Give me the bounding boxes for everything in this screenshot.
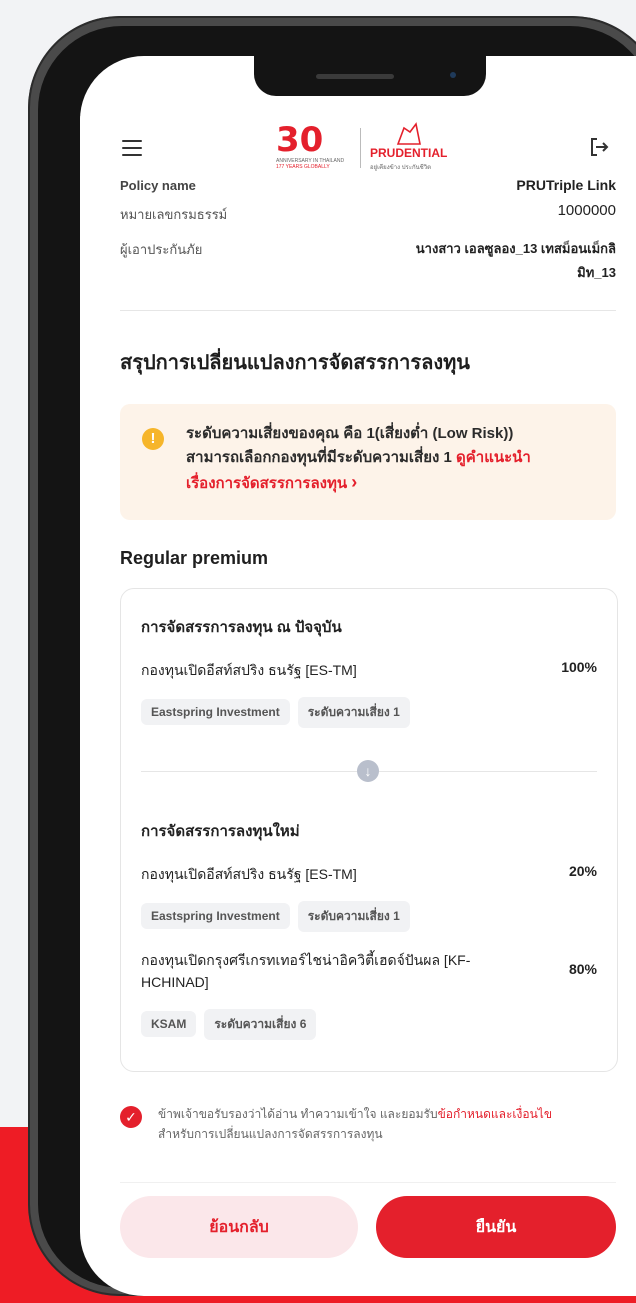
insured-value-line2: มิท_13 <box>577 265 616 280</box>
insured-value-line1: นางสาว เอลซูลอง_13 เทสม็อนเม็กลิ <box>415 241 616 256</box>
chevron-right-icon[interactable]: › <box>351 472 357 492</box>
brand-name: PRUDENTIAL <box>370 146 448 160</box>
anniversary-number: 30 <box>276 120 324 160</box>
consent-text-part2: สำหรับการเปลี่ยนแปลงการจัดสรรการลงทุน <box>158 1127 383 1141</box>
back-button[interactable]: ย้อนกลับ <box>120 1196 358 1258</box>
new-fund-1-tags: Eastspring Investment ระดับความเสี่ยง 1 <box>141 901 418 932</box>
fund-manager-tag: KSAM <box>141 1011 197 1037</box>
section-divider <box>120 310 616 311</box>
consent-text-part1: ข้าพเจ้าขอรับรองว่าได้อ่าน ทำความเข้าใจ … <box>158 1107 438 1121</box>
logout-icon[interactable] <box>588 136 610 158</box>
front-camera <box>450 72 456 78</box>
new-fund-2-percent: 80% <box>568 961 597 977</box>
policy-name-value: PRUTriple Link <box>516 177 616 193</box>
fund-manager-tag: Eastspring Investment <box>141 699 290 725</box>
allocation-card: การจัดสรรการลงทุน ณ ปัจจุบัน กองทุนเปิดอ… <box>120 588 618 1072</box>
arrow-down-icon: ↓ <box>357 760 379 782</box>
app-screen: 30 ANNIVERSARY IN THAILAND 177 YEARS GLO… <box>80 56 636 1296</box>
risk-level-tag: ระดับความเสี่ยง 1 <box>297 901 410 932</box>
menu-icon[interactable] <box>122 140 142 156</box>
anniversary-logo: 30 ANNIVERSARY IN THAILAND 177 YEARS GLO… <box>276 122 352 174</box>
new-allocation-title: การจัดสรรการลงทุนใหม่ <box>141 823 300 840</box>
app-header: 30 ANNIVERSARY IN THAILAND 177 YEARS GLO… <box>80 116 636 182</box>
footer-divider <box>120 1182 616 1183</box>
regular-premium-title: Regular premium <box>120 548 269 568</box>
logo-divider <box>360 128 361 168</box>
current-fund-name: กองทุนเปิดอีสท์สปริง ธนรัฐ [ES-TM] <box>141 662 357 678</box>
fund-manager-tag: Eastspring Investment <box>141 903 290 929</box>
speaker-grille <box>316 74 394 79</box>
warning-icon: ! <box>142 428 164 450</box>
risk-text-line1: ระดับความเสี่ยงของคุณ คือ 1(เสี่ยงต่ำ (L… <box>186 425 514 442</box>
new-fund-2-name: กองทุนเปิดกรุงศรีเกรทเทอร์ไชน่าอิควิตี้เ… <box>141 949 541 993</box>
summary-title: สรุปการเปลี่ยนแปลงการจัดสรรการลงทุน <box>120 352 470 374</box>
risk-guide-link-part2[interactable]: เรื่องการจัดสรรการลงทุน <box>186 475 347 492</box>
confirm-button[interactable]: ยืนยัน <box>376 1196 616 1258</box>
risk-level-tag: ระดับความเสี่ยง 6 <box>204 1009 317 1040</box>
policy-number-value: 1000000 <box>557 202 616 219</box>
current-fund-tags: Eastspring Investment ระดับความเสี่ยง 1 <box>141 697 418 728</box>
policy-name-label: Policy name <box>120 178 196 193</box>
risk-guide-link-part1[interactable]: ดูคำแนะนำ <box>456 449 531 466</box>
new-fund-2-tags: KSAM ระดับความเสี่ยง 6 <box>141 1009 324 1040</box>
phone-frame: 30 ANNIVERSARY IN THAILAND 177 YEARS GLO… <box>28 16 636 1296</box>
policy-number-label: หมายเลขกรมธรรม์ <box>120 207 228 222</box>
current-fund-percent: 100% <box>561 659 597 675</box>
new-fund-1-percent: 20% <box>568 863 597 879</box>
risk-text-line2: สามารถเลือกกองทุนที่มีระดับความเสี่ยง 1 <box>186 449 452 466</box>
rock-emblem-icon <box>396 122 421 145</box>
insured-label: ผู้เอาประกันภัย <box>120 242 203 257</box>
phone-notch <box>254 50 486 96</box>
page-stage: 30 ANNIVERSARY IN THAILAND 177 YEARS GLO… <box>0 0 636 1303</box>
brand-tagline: อยู่เคียงข้าง ประกันชีวิต <box>370 165 432 171</box>
risk-notice-text: ระดับความเสี่ยงของคุณ คือ 1(เสี่ยงต่ำ (L… <box>186 422 606 496</box>
new-fund-2-name-line2: HCHINAD] <box>141 974 209 990</box>
current-allocation-title: การจัดสรรการลงทุน ณ ปัจจุบัน <box>141 619 342 636</box>
prudential-logo: PRUDENTIAL อยู่เคียงข้าง ประกันชีวิต <box>368 122 458 174</box>
consent-checkbox[interactable]: ✓ <box>120 1106 142 1128</box>
consent-text: ข้าพเจ้าขอรับรองว่าได้อ่าน ทำความเข้าใจ … <box>158 1104 618 1144</box>
new-fund-2-name-line1: กองทุนเปิดกรุงศรีเกรทเทอร์ไชน่าอิควิตี้เ… <box>141 952 471 968</box>
risk-notice: ! ระดับความเสี่ยงของคุณ คือ 1(เสี่ยงต่ำ … <box>120 404 616 520</box>
new-fund-1-name: กองทุนเปิดอีสท์สปริง ธนรัฐ [ES-TM] <box>141 866 357 882</box>
terms-link[interactable]: ข้อกำหนดและเงื่อนไข <box>438 1107 552 1121</box>
anniversary-sub2: 177 YEARS GLOBALLY <box>276 164 330 170</box>
risk-level-tag: ระดับความเสี่ยง 1 <box>297 697 410 728</box>
